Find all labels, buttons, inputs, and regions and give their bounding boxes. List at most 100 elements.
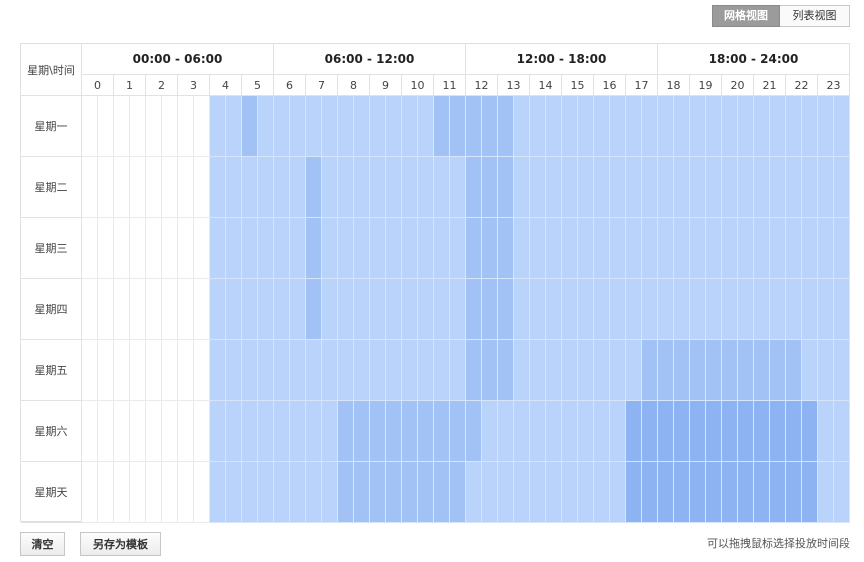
time-slot-cell[interactable]	[674, 279, 690, 340]
time-slot-cell[interactable]	[402, 218, 418, 279]
time-slot-cell[interactable]	[386, 340, 402, 401]
time-slot-cell[interactable]	[450, 340, 466, 401]
list-view-button[interactable]: 列表视图	[780, 5, 850, 27]
time-slot-cell[interactable]	[818, 340, 834, 401]
time-slot-cell[interactable]	[498, 401, 514, 462]
time-slot-cell[interactable]	[594, 401, 610, 462]
time-slot-cell[interactable]	[610, 96, 626, 157]
time-slot-cell[interactable]	[386, 462, 402, 523]
time-slot-cell[interactable]	[802, 279, 818, 340]
time-slot-cell[interactable]	[834, 218, 850, 279]
time-slot-cell[interactable]	[530, 340, 546, 401]
time-slot-cell[interactable]	[322, 96, 338, 157]
time-slot-cell[interactable]	[82, 462, 98, 523]
time-slot-cell[interactable]	[370, 462, 386, 523]
time-slot-cell[interactable]	[274, 462, 290, 523]
time-slot-cell[interactable]	[498, 96, 514, 157]
time-slot-cell[interactable]	[562, 157, 578, 218]
time-slot-cell[interactable]	[690, 279, 706, 340]
time-slot-cell[interactable]	[786, 340, 802, 401]
time-slot-cell[interactable]	[738, 401, 754, 462]
time-slot-cell[interactable]	[434, 218, 450, 279]
time-slot-cell[interactable]	[258, 96, 274, 157]
time-slot-cell[interactable]	[482, 218, 498, 279]
time-slot-cell[interactable]	[610, 157, 626, 218]
time-slot-cell[interactable]	[482, 279, 498, 340]
time-slot-cell[interactable]	[306, 279, 322, 340]
time-slot-cell[interactable]	[306, 157, 322, 218]
time-slot-cell[interactable]	[482, 340, 498, 401]
time-slot-cell[interactable]	[338, 340, 354, 401]
time-slot-cell[interactable]	[626, 157, 642, 218]
time-slot-cell[interactable]	[498, 218, 514, 279]
time-slot-cell[interactable]	[530, 157, 546, 218]
time-slot-cell[interactable]	[690, 401, 706, 462]
time-slot-cell[interactable]	[418, 157, 434, 218]
time-slot-cell[interactable]	[594, 340, 610, 401]
time-slot-cell[interactable]	[626, 401, 642, 462]
time-slot-cell[interactable]	[322, 462, 338, 523]
time-slot-cell[interactable]	[722, 401, 738, 462]
time-slot-cell[interactable]	[834, 96, 850, 157]
time-slot-cell[interactable]	[642, 401, 658, 462]
time-slot-cell[interactable]	[146, 401, 162, 462]
time-slot-cell[interactable]	[402, 340, 418, 401]
time-slot-cell[interactable]	[434, 279, 450, 340]
time-slot-cell[interactable]	[642, 157, 658, 218]
time-slot-cell[interactable]	[578, 218, 594, 279]
time-slot-cell[interactable]	[706, 157, 722, 218]
time-slot-cell[interactable]	[82, 96, 98, 157]
time-slot-cell[interactable]	[754, 279, 770, 340]
time-slot-cell[interactable]	[594, 157, 610, 218]
time-slot-cell[interactable]	[690, 462, 706, 523]
time-slot-cell[interactable]	[530, 96, 546, 157]
time-slot-cell[interactable]	[354, 462, 370, 523]
time-slot-cell[interactable]	[658, 96, 674, 157]
time-slot-cell[interactable]	[370, 401, 386, 462]
time-slot-cell[interactable]	[146, 157, 162, 218]
time-slot-cell[interactable]	[562, 340, 578, 401]
time-slot-cell[interactable]	[578, 96, 594, 157]
time-slot-cell[interactable]	[114, 218, 130, 279]
time-slot-cell[interactable]	[242, 462, 258, 523]
time-slot-cell[interactable]	[290, 279, 306, 340]
time-slot-cell[interactable]	[130, 340, 146, 401]
time-slot-cell[interactable]	[658, 157, 674, 218]
time-slot-cell[interactable]	[770, 96, 786, 157]
time-slot-cell[interactable]	[770, 340, 786, 401]
time-slot-cell[interactable]	[450, 218, 466, 279]
time-slot-cell[interactable]	[274, 340, 290, 401]
time-slot-cell[interactable]	[114, 340, 130, 401]
time-slot-cell[interactable]	[82, 279, 98, 340]
time-slot-cell[interactable]	[290, 401, 306, 462]
time-slot-cell[interactable]	[274, 96, 290, 157]
time-slot-cell[interactable]	[818, 157, 834, 218]
time-slot-cell[interactable]	[642, 218, 658, 279]
time-slot-cell[interactable]	[738, 462, 754, 523]
time-slot-cell[interactable]	[242, 96, 258, 157]
time-slot-cell[interactable]	[770, 157, 786, 218]
time-slot-cell[interactable]	[434, 462, 450, 523]
time-slot-cell[interactable]	[98, 218, 114, 279]
time-slot-cell[interactable]	[354, 340, 370, 401]
time-slot-cell[interactable]	[530, 401, 546, 462]
time-slot-cell[interactable]	[674, 462, 690, 523]
time-slot-cell[interactable]	[786, 279, 802, 340]
time-slot-cell[interactable]	[834, 157, 850, 218]
time-slot-cell[interactable]	[690, 218, 706, 279]
time-slot-cell[interactable]	[818, 218, 834, 279]
time-slot-cell[interactable]	[370, 279, 386, 340]
time-slot-cell[interactable]	[786, 401, 802, 462]
time-slot-cell[interactable]	[194, 96, 210, 157]
time-slot-cell[interactable]	[642, 279, 658, 340]
save-as-template-button[interactable]: 另存为模板	[80, 532, 161, 556]
time-slot-cell[interactable]	[242, 340, 258, 401]
time-slot-cell[interactable]	[834, 462, 850, 523]
time-slot-cell[interactable]	[514, 279, 530, 340]
time-slot-cell[interactable]	[418, 279, 434, 340]
time-slot-cell[interactable]	[226, 340, 242, 401]
time-slot-cell[interactable]	[786, 218, 802, 279]
time-slot-cell[interactable]	[386, 401, 402, 462]
time-slot-cell[interactable]	[354, 96, 370, 157]
time-slot-cell[interactable]	[674, 340, 690, 401]
